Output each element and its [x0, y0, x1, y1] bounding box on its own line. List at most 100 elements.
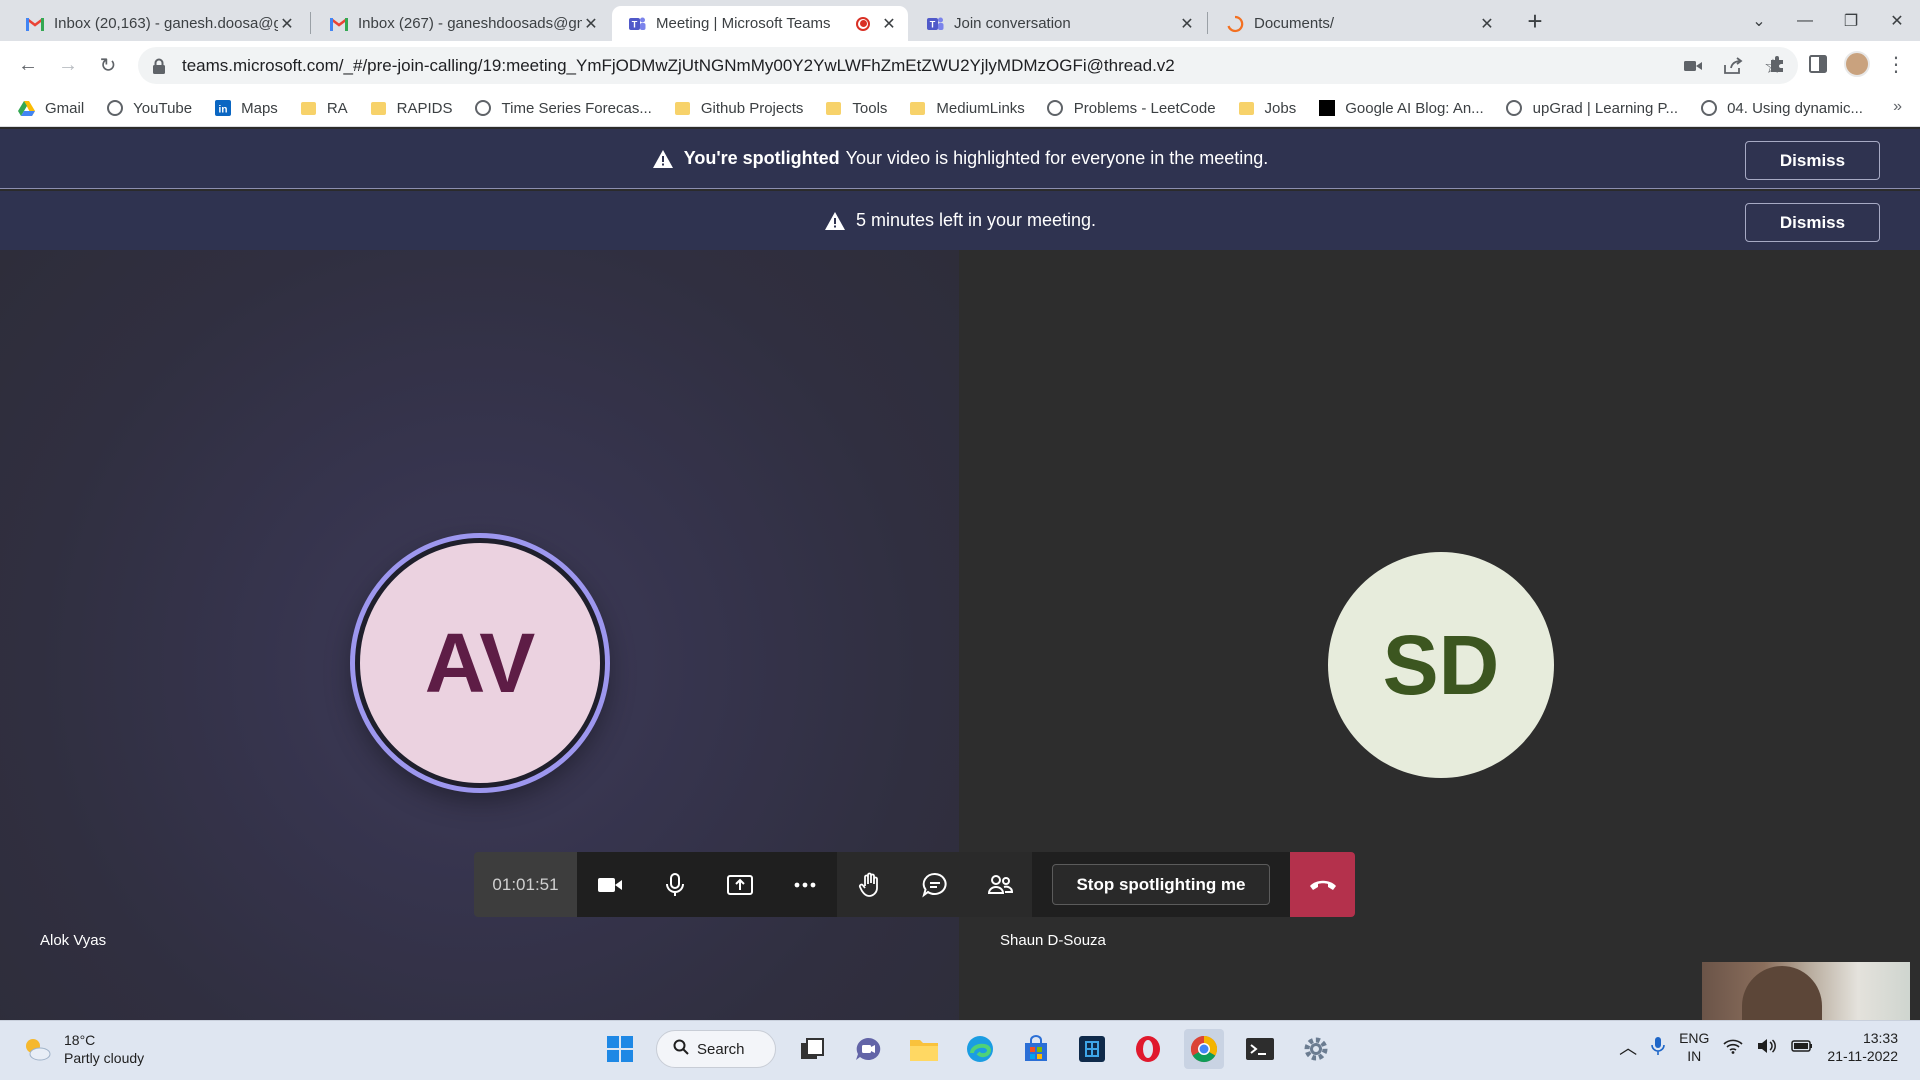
close-tab-icon[interactable]: ✕	[1178, 15, 1196, 33]
folder-icon	[1238, 100, 1255, 117]
camera-toggle-button[interactable]	[577, 852, 642, 917]
battery-icon[interactable]	[1791, 1039, 1813, 1056]
google-drive-icon	[18, 100, 35, 117]
more-actions-button[interactable]	[772, 852, 837, 917]
wifi-icon[interactable]	[1723, 1038, 1743, 1057]
restore-button[interactable]: ❐	[1828, 0, 1874, 41]
bookmark-label: Github Projects	[700, 99, 804, 117]
weather-widget[interactable]: 18°C Partly cloudy	[22, 1031, 144, 1067]
time-remaining-banner: 5 minutes left in your meeting. Dismiss	[0, 191, 1920, 250]
av-controls	[577, 852, 837, 917]
self-video-preview[interactable]	[1702, 962, 1910, 1020]
windows-start-icon[interactable]	[600, 1029, 640, 1069]
share-screen-button[interactable]	[707, 852, 772, 917]
stop-spotlighting-button[interactable]: Stop spotlighting me	[1052, 864, 1270, 905]
warning-icon	[824, 211, 846, 231]
tab-gmail-inbox-2[interactable]: Inbox (267) - ganeshdoosads@gm ✕	[314, 6, 610, 41]
bookmark-youtube[interactable]: YouTube	[106, 100, 192, 117]
close-tab-icon[interactable]: ✕	[1478, 15, 1496, 33]
microsoft-store-icon[interactable]	[1016, 1029, 1056, 1069]
profile-avatar[interactable]	[1844, 51, 1870, 77]
bookmark-time-series[interactable]: Time Series Forecas...	[475, 100, 652, 117]
clock-date: 21-11-2022	[1827, 1048, 1898, 1064]
address-bar[interactable]: teams.microsoft.com/_#/pre-join-calling/…	[138, 47, 1798, 84]
svg-text:T: T	[632, 19, 638, 29]
teams-chat-icon[interactable]	[848, 1029, 888, 1069]
taskbar-search[interactable]: Search	[656, 1030, 776, 1068]
chevron-up-icon[interactable]: ︿	[1619, 1034, 1637, 1060]
bookmark-label: Gmail	[45, 99, 85, 117]
dismiss-time-button[interactable]: Dismiss	[1745, 203, 1880, 242]
bookmark-label: 04. Using dynamic...	[1727, 99, 1863, 117]
bookmark-folder-jobs[interactable]: Jobs	[1238, 100, 1296, 117]
tab-documents[interactable]: Documents/ ✕	[1210, 6, 1506, 41]
bookmark-folder-tools[interactable]: Tools	[825, 100, 887, 117]
bookmark-google-ai-blog[interactable]: Google AI Blog: An...	[1318, 100, 1484, 117]
new-tab-button[interactable]: +	[1520, 6, 1550, 36]
tab-title: Inbox (20,163) - ganesh.doosa@g	[54, 15, 278, 32]
settings-gear-icon[interactable]	[1296, 1029, 1336, 1069]
clock-time: 13:33	[1862, 1030, 1898, 1046]
share-icon[interactable]	[1722, 55, 1744, 77]
bookmark-gmail[interactable]: Gmail	[18, 100, 84, 117]
side-panel-icon[interactable]	[1804, 46, 1832, 82]
minimize-button[interactable]: —	[1782, 0, 1828, 41]
loading-icon	[1226, 15, 1244, 33]
bookmark-folder-rapids[interactable]: RAPIDS	[370, 100, 453, 117]
tab-gmail-inbox-1[interactable]: Inbox (20,163) - ganesh.doosa@g ✕	[10, 6, 306, 41]
dismiss-spotlight-button[interactable]: Dismiss	[1745, 141, 1880, 180]
bookmark-using-dynamic[interactable]: 04. Using dynamic...	[1700, 100, 1863, 117]
edge-browser-icon[interactable]	[960, 1029, 1000, 1069]
menu-kebab-icon[interactable]: ⋮	[1882, 46, 1910, 82]
close-tab-icon[interactable]: ✕	[582, 15, 600, 33]
bookmark-folder-github[interactable]: Github Projects	[674, 99, 804, 117]
close-window-button[interactable]: ✕	[1874, 0, 1920, 41]
folder-icon	[825, 100, 842, 117]
bookmark-maps[interactable]: in Maps	[214, 100, 278, 117]
chrome-browser-icon[interactable]	[1184, 1029, 1224, 1069]
tab-teams-meeting[interactable]: T Meeting | Microsoft Teams ✕	[612, 6, 908, 41]
bookmark-folder-ra[interactable]: RA	[300, 100, 348, 117]
raise-hand-button[interactable]	[837, 852, 902, 917]
language-indicator[interactable]: ENG IN	[1679, 1029, 1709, 1065]
system-tray: ︿ ENG IN 13:33 21-11-2022	[1619, 1029, 1898, 1065]
file-explorer-icon[interactable]	[904, 1029, 944, 1069]
task-view-icon[interactable]	[792, 1029, 832, 1069]
reload-icon[interactable]: ↻	[88, 46, 128, 86]
tab-join-conversation[interactable]: T Join conversation ✕	[910, 6, 1206, 41]
opera-browser-icon[interactable]	[1128, 1029, 1168, 1069]
browser-toolbar: ← → ↻ teams.microsoft.com/_#/pre-join-ca…	[0, 41, 1920, 90]
bookmark-label: MediumLinks	[936, 99, 1025, 117]
bookmark-label: Maps	[241, 99, 278, 117]
self-video-person	[1742, 966, 1822, 1020]
participants-button[interactable]	[967, 852, 1032, 917]
spotlight-banner: You're spotlighted Your video is highlig…	[0, 129, 1920, 189]
share-tray-icon	[726, 874, 753, 895]
forward-arrow-icon[interactable]: →	[48, 46, 88, 86]
bookmark-leetcode[interactable]: Problems - LeetCode	[1047, 100, 1216, 117]
camera-in-use-icon[interactable]	[1682, 55, 1704, 77]
lock-icon[interactable]	[152, 58, 166, 74]
system-clock[interactable]: 13:33 21-11-2022	[1827, 1029, 1898, 1065]
chat-button[interactable]	[902, 852, 967, 917]
tab-search-icon[interactable]: ⌄	[1736, 0, 1782, 41]
app-blue-square-icon[interactable]	[1072, 1029, 1112, 1069]
back-arrow-icon[interactable]: ←	[8, 46, 48, 86]
extensions-icon[interactable]	[1764, 46, 1792, 82]
more-bookmarks-chevron-icon[interactable]: »	[1893, 98, 1902, 116]
participant-avatar-av: AV	[355, 538, 605, 788]
microphone-tray-icon[interactable]	[1651, 1036, 1665, 1059]
tab-title: Inbox (267) - ganeshdoosads@gm	[358, 15, 582, 32]
bookmark-folder-medium[interactable]: MediumLinks	[909, 99, 1025, 117]
windows-taskbar: 18°C Partly cloudy Search ︿ ENG IN 13:33…	[0, 1020, 1920, 1080]
volume-icon[interactable]	[1757, 1038, 1777, 1057]
participant-name: Alok Vyas	[40, 932, 107, 949]
close-tab-icon[interactable]: ✕	[880, 15, 898, 33]
time-remaining-message: 5 minutes left in your meeting.	[855, 210, 1097, 230]
bookmark-upgrad[interactable]: upGrad | Learning P...	[1506, 100, 1678, 117]
close-tab-icon[interactable]: ✕	[278, 15, 296, 33]
terminal-icon[interactable]	[1240, 1029, 1280, 1069]
participant-avatar-sd: SD	[1328, 552, 1554, 778]
microphone-toggle-button[interactable]	[642, 852, 707, 917]
leave-call-button[interactable]	[1290, 852, 1355, 917]
